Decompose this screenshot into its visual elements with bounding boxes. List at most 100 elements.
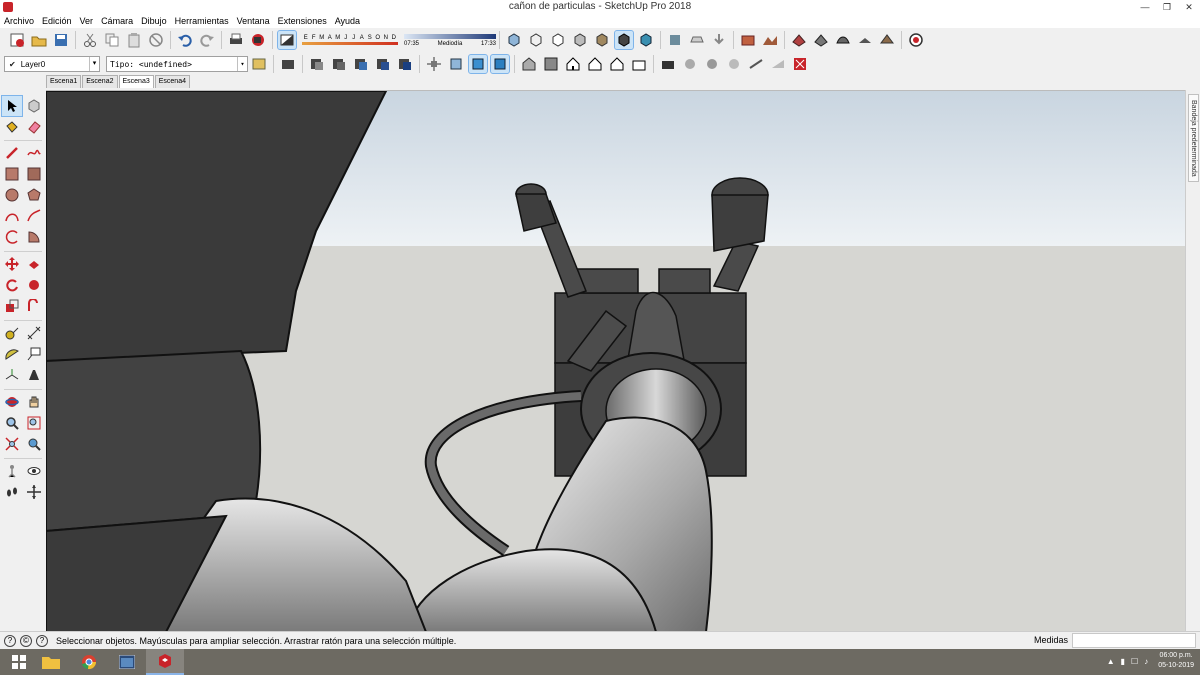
layer-dropdown[interactable]: ✔ Layer0 ▾ (4, 56, 100, 72)
undo-icon[interactable] (176, 31, 194, 49)
open-folder-icon[interactable] (30, 31, 48, 49)
layer-manager-icon[interactable] (250, 55, 268, 73)
measurements-input[interactable] (1072, 633, 1196, 648)
dimension-icon[interactable] (24, 323, 44, 343)
share-model-icon[interactable] (688, 31, 706, 49)
back-house-icon[interactable] (608, 55, 626, 73)
two-point-arc-icon[interactable] (24, 206, 44, 226)
textured-style-icon[interactable] (593, 31, 611, 49)
new-file-icon[interactable] (8, 31, 26, 49)
axes-icon[interactable] (2, 365, 22, 385)
minimize-button[interactable]: — (1134, 0, 1156, 14)
offset-icon[interactable] (24, 296, 44, 316)
warehouse-icon[interactable] (666, 31, 684, 49)
save-icon[interactable] (52, 31, 70, 49)
rotate-icon[interactable] (2, 275, 22, 295)
menu-ver[interactable]: Ver (80, 14, 94, 28)
line-pencil-icon[interactable] (2, 143, 22, 163)
geo-location-icon[interactable] (739, 31, 757, 49)
type-dropdown[interactable]: Tipo: <undefined> ▾ (106, 56, 248, 72)
volume-icon[interactable]: ♪ (1144, 657, 1148, 666)
menu-extensiones[interactable]: Extensiones (278, 14, 327, 28)
tape-measure-icon[interactable] (2, 323, 22, 343)
cut-icon[interactable] (81, 31, 99, 49)
tray-label[interactable]: Bandeja predeterminada (1188, 94, 1199, 182)
protractor-icon[interactable] (2, 344, 22, 364)
credits-status-icon[interactable]: © (20, 634, 32, 647)
paint-bucket-icon[interactable] (2, 117, 22, 137)
look-around-icon[interactable] (703, 55, 721, 73)
wireframe-style-icon[interactable] (527, 31, 545, 49)
previous-view-icon[interactable] (24, 434, 44, 454)
section-plane-icon[interactable] (637, 31, 655, 49)
position-camera-person-icon[interactable] (2, 461, 22, 481)
terrain-icon[interactable] (761, 31, 779, 49)
sandbox-scratch-icon[interactable] (812, 31, 830, 49)
sketchup-taskbar-button[interactable] (146, 649, 184, 675)
sandbox-drape-icon[interactable] (878, 31, 896, 49)
shadow-time-slider[interactable]: 07:35 Mediodía 17:33 (404, 33, 496, 47)
pan-hand-icon[interactable] (24, 392, 44, 412)
arc-icon[interactable] (2, 206, 22, 226)
chevron-down-icon[interactable]: ▾ (237, 57, 247, 71)
component-options-4-icon[interactable] (374, 55, 392, 73)
polygon-icon[interactable] (24, 185, 44, 205)
rectangle-icon[interactable] (2, 164, 22, 184)
chevron-down-icon[interactable]: ▾ (89, 57, 99, 71)
file-explorer-taskbar-button[interactable] (32, 649, 70, 675)
follow-me-icon[interactable] (24, 275, 44, 295)
chrome-taskbar-button[interactable] (70, 649, 108, 675)
tray-chevron-icon[interactable]: ▲ (1107, 657, 1115, 666)
front-house-icon[interactable] (564, 55, 582, 73)
position-camera-icon[interactable] (681, 55, 699, 73)
eraser-icon[interactable] (24, 117, 44, 137)
zoom-window-icon[interactable] (24, 413, 44, 433)
menu-archivo[interactable]: Archivo (4, 14, 34, 28)
menu-ayuda[interactable]: Ayuda (335, 14, 360, 28)
menu-edicion[interactable]: Edición (42, 14, 72, 28)
redo-icon[interactable] (198, 31, 216, 49)
walk-icon[interactable] (725, 55, 743, 73)
left-house-icon[interactable] (630, 55, 648, 73)
iso-house-icon[interactable] (520, 55, 538, 73)
look-around-eye-icon[interactable] (24, 461, 44, 481)
time-slider-track[interactable] (404, 33, 496, 39)
model-viewport[interactable] (46, 90, 1185, 631)
walk-footprints-icon[interactable] (2, 482, 22, 502)
erase-icon[interactable] (147, 31, 165, 49)
iso-view-icon[interactable] (425, 55, 443, 73)
rotated-rectangle-icon[interactable] (24, 164, 44, 184)
scene-tab-4[interactable]: Escena4 (154, 75, 190, 88)
copy-icon[interactable] (103, 31, 121, 49)
menu-herramientas[interactable]: Herramientas (175, 14, 229, 28)
geo-location-status-icon[interactable]: ? (4, 634, 16, 647)
scene-tab-3[interactable]: Escena3 (118, 75, 154, 88)
top-view-icon[interactable] (447, 55, 465, 73)
component-options-1-icon[interactable] (308, 55, 326, 73)
text-icon[interactable] (24, 344, 44, 364)
3d-text-icon[interactable] (24, 365, 44, 385)
component-options-3-icon[interactable] (352, 55, 370, 73)
component-options-5-icon[interactable] (396, 55, 414, 73)
monochrome-style-icon[interactable] (614, 30, 634, 50)
hidden-line-style-icon[interactable] (549, 31, 567, 49)
shadow-date-slider[interactable]: E F M A M J J A S O N D (302, 35, 398, 45)
month-slider-track[interactable] (302, 42, 398, 45)
menu-ventana[interactable]: Ventana (237, 14, 270, 28)
orbit-icon[interactable] (2, 392, 22, 412)
close-button[interactable]: ✕ (1178, 0, 1200, 14)
section-plane-tool-icon[interactable] (24, 482, 44, 502)
top-house-icon[interactable] (542, 55, 560, 73)
network-icon[interactable]: ▮ (1121, 657, 1125, 666)
right-view-icon[interactable] (490, 54, 510, 74)
shadows-toggle-icon[interactable] (277, 30, 297, 50)
sandbox-contours-icon[interactable] (790, 31, 808, 49)
shaded-style-icon[interactable] (571, 31, 589, 49)
make-component-icon[interactable] (24, 96, 44, 116)
component-options-2-icon[interactable] (330, 55, 348, 73)
paste-icon[interactable] (125, 31, 143, 49)
right-house-icon[interactable] (586, 55, 604, 73)
print-icon[interactable] (227, 31, 245, 49)
sandbox-stamp-icon[interactable] (856, 31, 874, 49)
push-pull-icon[interactable] (24, 254, 44, 274)
